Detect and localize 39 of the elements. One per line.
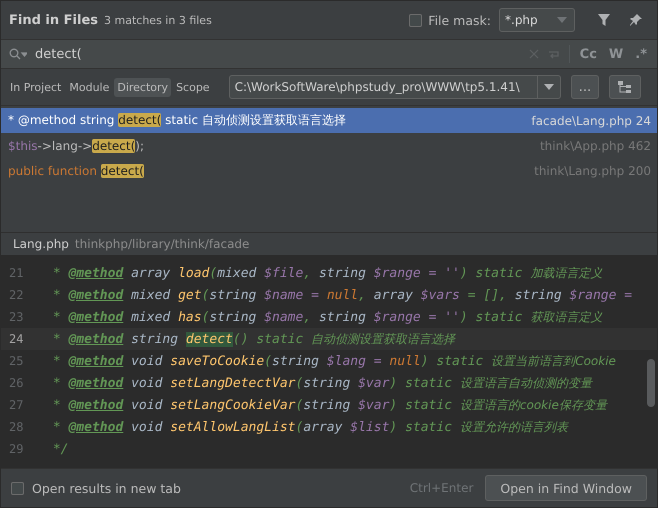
code-line: * @method void setAllowLangList(array $list) static 设置允许的语言列表 — [52, 418, 568, 436]
search-field[interactable]: detect( Cc W .* — [1, 40, 657, 69]
line-number: 26 — [8, 376, 24, 390]
line-number: 22 — [8, 288, 24, 302]
code-line: * @method void setLangCookieVar(string $var) static 设置语言的cookie保存变量 — [52, 396, 607, 414]
browse-button[interactable]: ... — [570, 75, 600, 99]
code-line: * @method void setLangDetectVar(string $var) static 设置语言自动侦测的变量 — [52, 374, 592, 392]
line-number: 27 — [8, 398, 24, 412]
line-number: 24 — [8, 332, 24, 346]
scope-tab[interactable]: Module — [66, 78, 112, 96]
line-number: 28 — [8, 420, 24, 434]
result-row[interactable]: $this->lang->detect(); think\App.php 462 — [1, 133, 657, 158]
code-line: * @method array load(mixed $file, string $range = '') static 加载语言定义 — [52, 264, 602, 282]
code-line: * @method string detect() static 自动侦测设置获取语言选择 — [52, 330, 456, 348]
code-line: * @method void saveToCookie(string $lang = null) static 设置当前语言到Cookie — [52, 352, 616, 370]
code-line: */ — [52, 442, 68, 456]
line-number: 29 — [8, 442, 24, 456]
file-mask-field[interactable]: *.php — [499, 8, 575, 32]
result-row[interactable]: public function detect( think\Lang.php 200 — [1, 158, 657, 183]
match-summary: 3 matches in 3 files — [104, 14, 212, 26]
search-option-toggle[interactable]: .* — [633, 46, 649, 62]
code-line: * @method mixed has(string $name, string $range = '') static 获取语言定义 — [52, 308, 602, 326]
scope-tab[interactable]: Directory — [114, 78, 172, 96]
open-in-find-window-button[interactable]: Open in Find Window — [485, 475, 647, 501]
line-number: 25 — [8, 354, 24, 368]
file-mask-label: File mask: — [428, 12, 491, 28]
directory-field[interactable]: C:\WorkSoftWare\phpstudy_pro\WWW\tp5.1.41\ — [228, 75, 561, 99]
new-tab-label: Open results in new tab — [32, 480, 181, 496]
scope-tab[interactable]: In Project — [7, 78, 64, 96]
preview-file-name: Lang.php — [13, 237, 69, 251]
dialog-title: Find in Files — [9, 12, 98, 28]
scope-tab[interactable]: Scope — [173, 78, 213, 96]
result-row[interactable]: * @method string detect( static 自动侦测设置获取语言选择 facade\Lang.php 24 — [1, 108, 657, 133]
line-number: 21 — [8, 266, 24, 280]
code-line: * @method mixed get(string $name = null, array $vars = [], string $range = — [52, 288, 632, 302]
search-option-toggle[interactable]: W — [606, 46, 626, 62]
preview-file-path: thinkphp/library/think/facade — [74, 237, 250, 251]
line-number: 23 — [8, 310, 24, 324]
search-option-toggle[interactable]: Cc — [578, 46, 599, 62]
